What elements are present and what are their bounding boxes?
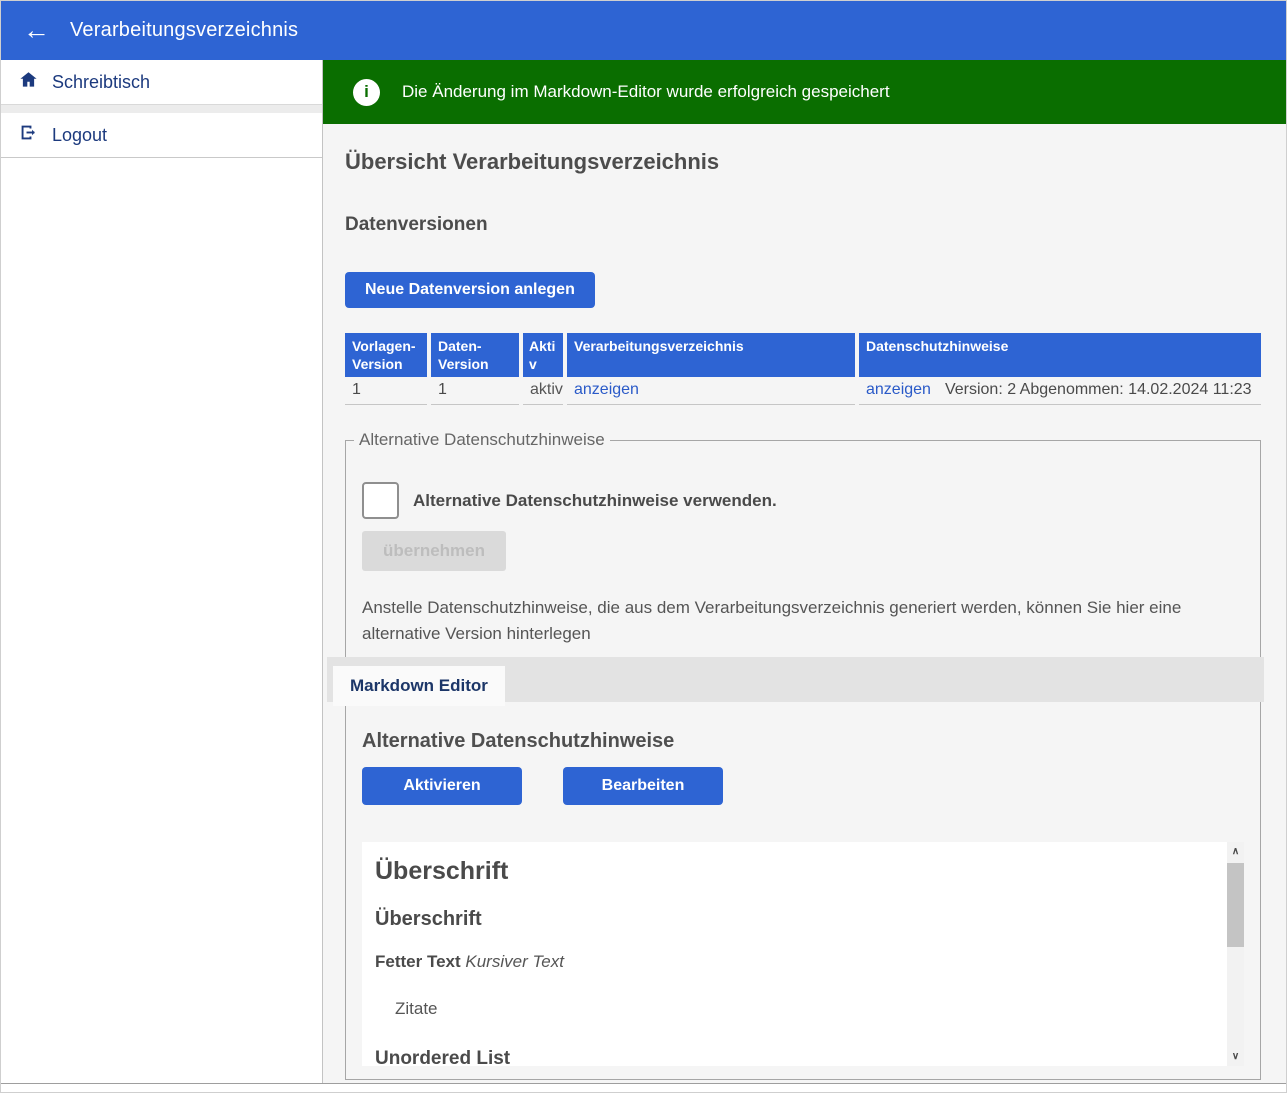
fieldset-description: Anstelle Datenschutzhinweise, die aus de… [362, 595, 1244, 647]
dataversions-table: Vorlagen-Version Daten-Version Aktiv Ver… [341, 333, 1265, 405]
sidebar-item-label: Logout [52, 125, 107, 146]
info-icon: i [353, 79, 380, 106]
success-banner: i Die Änderung im Markdown-Editor wurde … [323, 60, 1286, 124]
preview-italic-text: Kursiver Text [465, 952, 564, 971]
sidebar-item-schreibtisch[interactable]: Schreibtisch [1, 60, 322, 105]
main-area: i Die Änderung im Markdown-Editor wurde … [323, 60, 1286, 1083]
checkbox-row: Alternative Datenschutzhinweise verwende… [362, 482, 1244, 519]
back-arrow-icon[interactable]: ← [23, 17, 50, 44]
tab-markdown-editor[interactable]: Markdown Editor [333, 666, 505, 706]
page-header-title: Verarbeitungsverzeichnis [70, 19, 298, 42]
tabstrip: Markdown Editor [327, 657, 1264, 702]
markdown-editor-panel: Alternative Datenschutzhinweise Aktivier… [362, 702, 1244, 1066]
scroll-down-icon[interactable]: ∨ [1227, 1047, 1244, 1066]
cell-datenschutz: anzeigen Version: 2 Abgenommen: 14.02.202… [859, 377, 1261, 405]
aktivieren-button[interactable]: Aktivieren [362, 767, 522, 805]
col-header-verarbeitungsverzeichnis: Verarbeitungsverzeichnis [567, 333, 855, 377]
alt-datenschutz-checkbox[interactable] [362, 482, 399, 519]
preview-heading1: Überschrift [375, 857, 1199, 886]
preview-heading2: Überschrift [375, 908, 1199, 931]
section-title-datenversionen: Datenversionen [345, 214, 1261, 236]
topbar: ← Verarbeitungsverzeichnis [1, 1, 1286, 60]
app-window: ← Verarbeitungsverzeichnis Schreibtisch … [0, 0, 1287, 1093]
markdown-preview: Überschrift Überschrift Fetter Text Kurs… [362, 842, 1244, 1066]
page-title: Übersicht Verarbeitungsverzeichnis [345, 149, 1261, 175]
sidebar-item-label: Schreibtisch [52, 72, 150, 93]
banner-message: Die Änderung im Markdown-Editor wurde er… [402, 82, 890, 102]
alt-datenschutz-fieldset: Alternative Datenschutzhinweise Alternat… [345, 440, 1261, 1080]
cell-daten-version: 1 [431, 377, 519, 405]
col-header-vorlagen-version: Vorlagen-Version [345, 333, 427, 377]
cell-vorlagen-version: 1 [345, 377, 427, 405]
home-icon [19, 70, 38, 94]
preview-blockquote: Zitate [395, 999, 1199, 1019]
scroll-up-icon[interactable]: ∧ [1227, 842, 1244, 861]
preview-heading3: Unordered List [375, 1048, 1199, 1066]
preview-bold-text: Fetter Text [375, 952, 461, 971]
datenschutz-anzeigen-link[interactable]: anzeigen [866, 381, 931, 398]
scrollbar-thumb[interactable] [1227, 863, 1244, 947]
new-dataversion-button[interactable]: Neue Datenversion anlegen [345, 272, 595, 308]
col-header-aktiv: Aktiv [523, 333, 563, 377]
sidebar-divider [1, 105, 322, 113]
sidebar: Schreibtisch Logout [1, 60, 323, 1083]
col-header-datenschutzhinweise: Datenschutzhinweise [859, 333, 1261, 377]
bearbeiten-button[interactable]: Bearbeiten [563, 767, 723, 805]
checkbox-label: Alternative Datenschutzhinweise verwende… [413, 491, 777, 511]
preview-paragraph: Fetter Text Kursiver Text [375, 952, 1199, 972]
table-row: 1 1 aktiv anzeigen anzeigen Version: 2 Ab… [345, 377, 1261, 405]
panel-title: Alternative Datenschutzhinweise [362, 730, 1244, 753]
sidebar-item-logout[interactable]: Logout [1, 113, 322, 158]
preview-scrollbar[interactable]: ∧ ∨ [1227, 842, 1244, 1066]
verzeichnis-anzeigen-link[interactable]: anzeigen [574, 381, 639, 398]
uebernehmen-button[interactable]: übernehmen [362, 531, 506, 571]
fieldset-legend: Alternative Datenschutzhinweise [354, 430, 610, 450]
cell-verzeichnis: anzeigen [567, 377, 855, 405]
content: Übersicht Verarbeitungsverzeichnis Daten… [323, 124, 1286, 1083]
logout-icon [19, 123, 38, 147]
datenschutz-version-info: Version: 2 Abgenommen: 14.02.2024 11:23 [945, 381, 1252, 398]
cell-aktiv: aktiv [523, 377, 563, 405]
col-header-daten-version: Daten-Version [431, 333, 519, 377]
